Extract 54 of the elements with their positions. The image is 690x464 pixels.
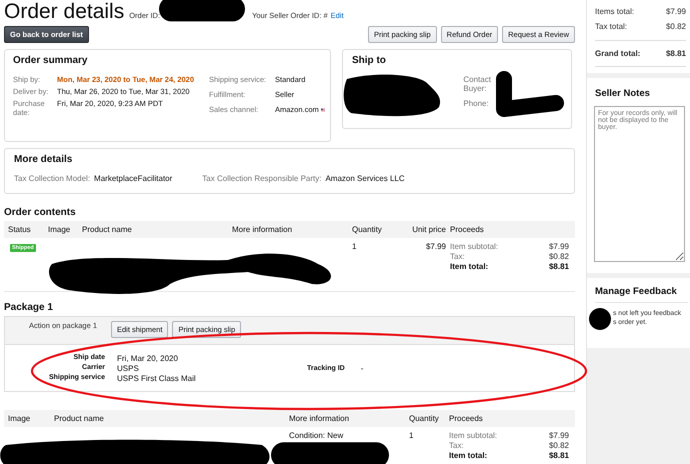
proceeds-label: Item subtotal: — [449, 431, 498, 440]
panel-title: Manage Feedback — [595, 286, 688, 303]
total-label: Items total: — [595, 7, 634, 16]
proceeds-value: $7.99 — [548, 431, 569, 440]
card-title: Ship to — [352, 55, 387, 66]
total-value: $7.99 — [666, 7, 686, 16]
redaction-mark — [589, 308, 611, 330]
column-header: Status — [7, 225, 32, 234]
column-header: Product name — [53, 414, 105, 423]
field-value: MarketplaceFacilitator — [94, 174, 172, 183]
detail-value: USPS First Class Mail — [117, 374, 197, 383]
field-label: Tax Collection Responsible Party: — [202, 174, 322, 183]
more-information-cell: Condition: New — [289, 431, 344, 440]
proceeds-value: $8.81 — [548, 451, 569, 460]
card-title: Order summary — [13, 55, 88, 66]
column-header: Quantity — [351, 225, 383, 234]
column-header: More information — [288, 414, 350, 423]
page-title: Order details — [4, 0, 124, 24]
proceeds-value: $0.82 — [548, 441, 569, 450]
total-label: Grand total: — [595, 49, 640, 58]
phone-label: Phone: — [463, 99, 490, 108]
column-header: Quantity — [408, 414, 440, 423]
unit-price-cell-text: $7.99 — [424, 242, 446, 251]
column-header: Proceeds — [448, 414, 484, 423]
tracking-value: - — [360, 364, 364, 373]
detail-value: USPS — [117, 364, 140, 373]
proceeds-label: Item subtotal: — [450, 242, 500, 251]
proceeds-label: Tax: — [450, 252, 466, 261]
column-header: More information — [231, 225, 294, 234]
panel-title: Seller Notes — [595, 88, 651, 99]
proceeds-label: Tax: — [449, 441, 465, 450]
contact-buyer-label: Contact Buyer: — [463, 75, 492, 93]
column-header: Unit price — [411, 225, 446, 234]
column-header: Image — [47, 225, 72, 234]
section-title: Order contents — [4, 207, 77, 218]
proceeds-label: Item total: — [449, 451, 488, 460]
total-value: $8.81 — [666, 49, 686, 58]
total-value: $0.82 — [666, 22, 686, 31]
field-value: Amazon Services LLC — [325, 174, 405, 183]
proceeds-value: $8.81 — [548, 262, 569, 271]
proceeds-value: $7.99 — [548, 242, 569, 251]
total-label: Tax total: — [595, 22, 628, 31]
card-title: More details — [14, 154, 74, 165]
section-title: Package 1 — [4, 302, 54, 313]
quantity-cell-text: 1 — [408, 431, 414, 440]
column-header: Proceeds — [449, 225, 485, 234]
proceeds-label: Item total: — [450, 262, 490, 271]
field-label: Tax Collection Model: — [14, 174, 90, 183]
proceeds-value: $0.82 — [548, 252, 569, 261]
column-header: Image — [7, 414, 32, 423]
detail-value: Fri, Mar 20, 2020 — [117, 354, 179, 363]
column-header: Product name — [81, 225, 133, 234]
quantity-cell-text: 1 — [351, 242, 358, 251]
flag-icon — [320, 106, 325, 112]
